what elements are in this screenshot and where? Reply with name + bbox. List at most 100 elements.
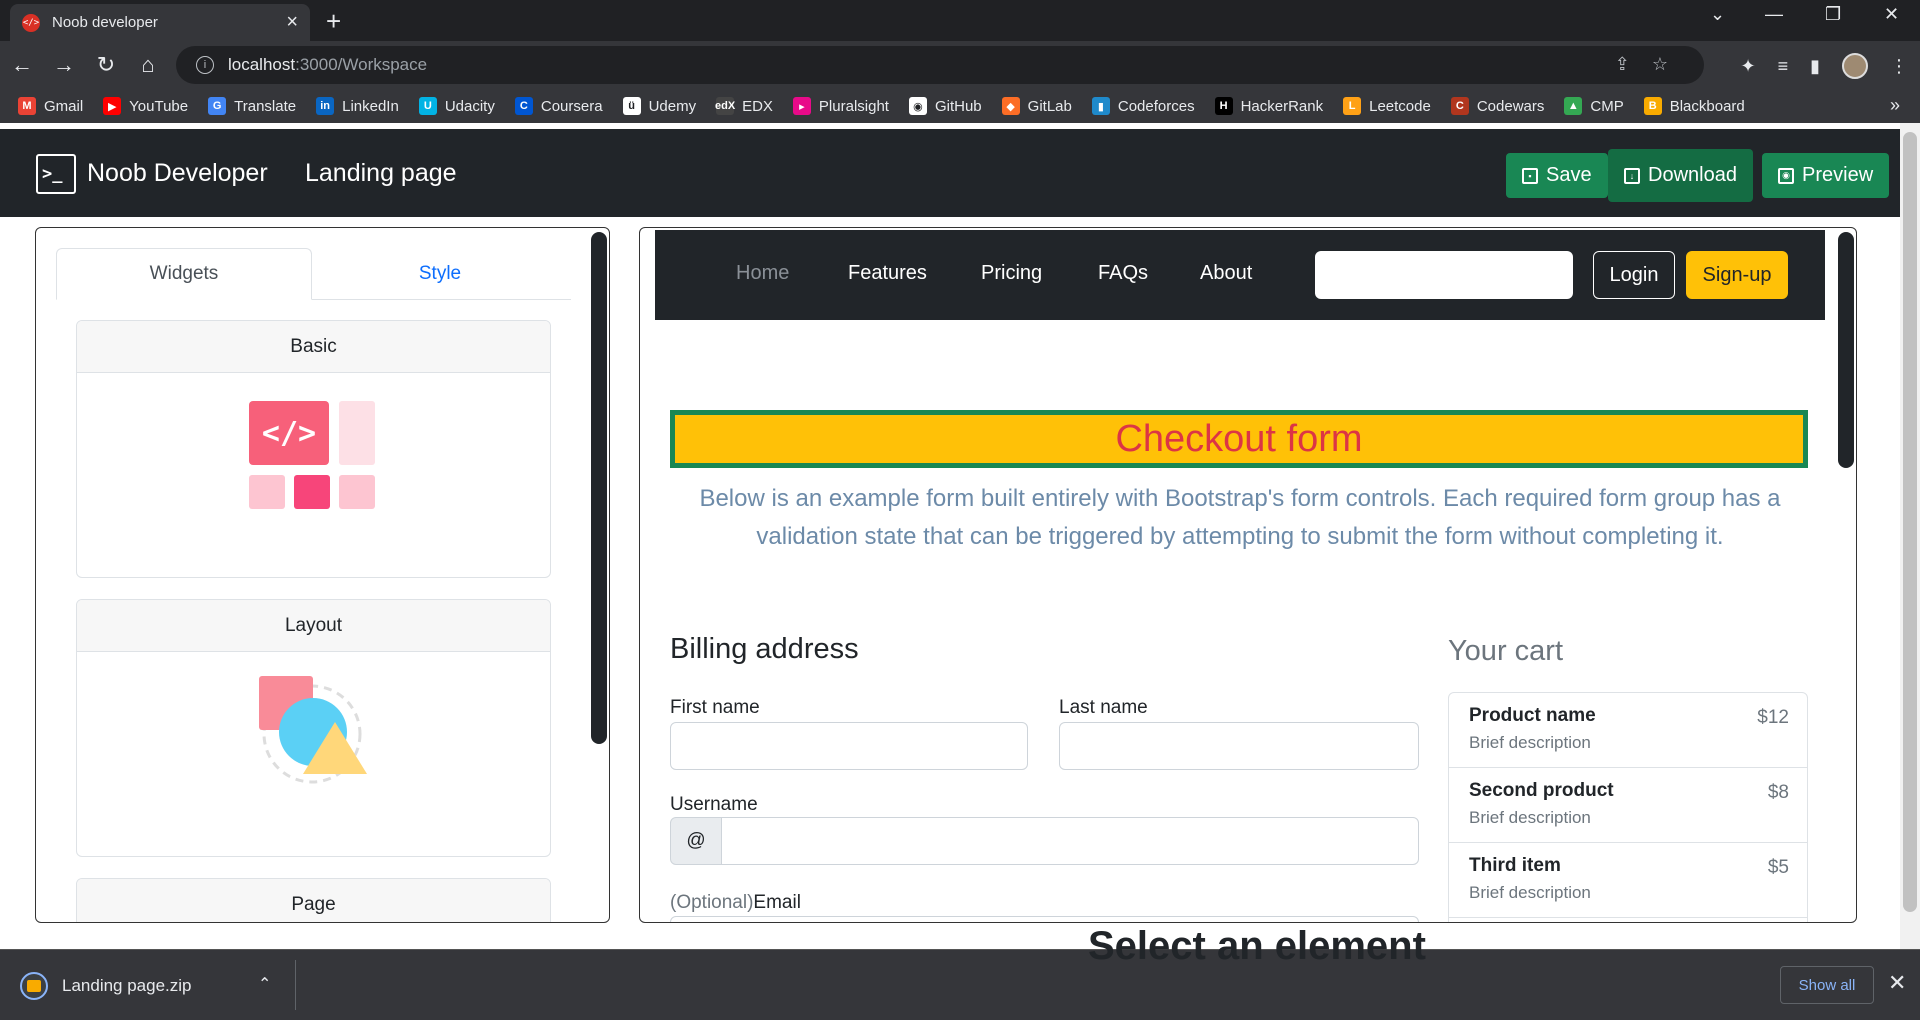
bookmark-label: Translate xyxy=(234,97,297,115)
bookmark-youtube[interactable]: ▶ YouTube xyxy=(103,97,188,115)
svg-text:</>: </> xyxy=(262,416,316,451)
back-icon[interactable]: ← xyxy=(2,52,42,78)
list-item[interactable]: Product name Brief description $12 xyxy=(1449,693,1807,768)
list-item[interactable]: Second product Brief description $8 xyxy=(1449,768,1807,843)
page-scroll-thumb[interactable] xyxy=(1903,132,1917,912)
nav-link-about[interactable]: About xyxy=(1200,262,1252,285)
bookmark-label: EDX xyxy=(742,97,773,115)
bookmark-label: Pluralsight xyxy=(818,97,889,115)
close-window-icon[interactable]: ✕ xyxy=(1884,4,1899,25)
widget-card-basic[interactable]: Basic </> xyxy=(76,320,551,578)
widget-card-layout[interactable]: Layout xyxy=(76,599,551,857)
leetcode-icon: L xyxy=(1343,97,1362,115)
share-bookmark-icons[interactable]: ⇪☆ xyxy=(1615,54,1690,75)
bookmark-translate[interactable]: G Translate xyxy=(208,97,296,115)
forward-icon[interactable]: → xyxy=(44,52,84,78)
bookmark-codeforces[interactable]: ▮ Codeforces xyxy=(1091,97,1195,115)
new-tab-button[interactable]: + xyxy=(326,6,341,37)
bookmark-pluralsight[interactable]: ▸ Pluralsight xyxy=(792,97,889,115)
page-scrollbar[interactable] xyxy=(1900,123,1920,949)
first-name-field[interactable] xyxy=(670,722,1028,770)
app-navbar: >_ Noob Developer Landing page ▪ Save ↓ … xyxy=(0,129,1920,217)
address-bar[interactable]: i localhost:3000/Workspace ⇪☆ xyxy=(176,46,1704,84)
shapes-icon xyxy=(259,676,367,784)
menu-icon[interactable]: ⋮ xyxy=(1890,56,1908,77)
item-description: Brief description xyxy=(1469,733,1591,752)
preview-canvas: Home Features Pricing FAQs About Login S… xyxy=(639,227,1857,923)
url-host: localhost xyxy=(228,55,296,74)
udemy-icon: ü xyxy=(622,97,641,115)
code-blocks-icon: </> xyxy=(249,401,375,509)
bookmark-leetcode[interactable]: L Leetcode xyxy=(1343,97,1431,115)
bookmark-label: HackerRank xyxy=(1240,97,1324,115)
nav-link-pricing[interactable]: Pricing xyxy=(981,262,1042,285)
canvas-scrollbar[interactable] xyxy=(1838,232,1854,468)
signup-button[interactable]: Sign-up xyxy=(1686,251,1788,299)
pluralsight-icon: ▸ xyxy=(792,97,811,115)
close-icon[interactable]: ✕ xyxy=(1888,970,1906,996)
side-panel-icon[interactable]: ▮ xyxy=(1810,56,1820,77)
extensions-icon[interactable]: ✦ xyxy=(1740,56,1755,77)
nav-link-home[interactable]: Home xyxy=(736,262,789,285)
site-info-icon[interactable]: i xyxy=(196,56,214,74)
bookmarks-bar: M Gmail ▶ YouTube G Translate in LinkedIn U Udaci… xyxy=(0,89,1920,123)
login-button[interactable]: Login xyxy=(1593,251,1675,299)
bookmark-github[interactable]: ◉ GitHub xyxy=(908,97,982,115)
close-tab-icon[interactable]: × xyxy=(286,11,298,34)
tab-style[interactable]: Style xyxy=(312,248,568,300)
download-button[interactable]: ↓ Download xyxy=(1608,149,1753,202)
minimize-icon[interactable]: — xyxy=(1765,4,1783,25)
restore-icon[interactable]: ❐ xyxy=(1825,4,1841,25)
widget-card-page[interactable]: Page xyxy=(76,878,551,922)
preview-button[interactable]: ◉ Preview xyxy=(1762,153,1890,198)
chevron-up-icon[interactable]: ⌃ xyxy=(258,974,271,994)
nav-link-features[interactable]: Features xyxy=(848,262,927,285)
bookmark-label: Blackboard xyxy=(1669,97,1745,115)
profile-avatar[interactable] xyxy=(1842,53,1868,79)
bookmark-linkedin[interactable]: in LinkedIn xyxy=(316,97,399,115)
checkout-title[interactable]: Checkout form xyxy=(670,410,1808,468)
bookmark-coursera[interactable]: C Coursera xyxy=(514,97,603,115)
nav-link-faqs[interactable]: FAQs xyxy=(1098,262,1148,285)
blackboard-icon: B xyxy=(1643,97,1662,115)
bookmark-udacity[interactable]: U Udacity xyxy=(418,97,495,115)
bookmark-gmail[interactable]: M Gmail xyxy=(18,97,83,115)
udacity-icon: U xyxy=(418,97,437,115)
download-filename[interactable]: Landing page.zip xyxy=(62,976,192,996)
list-item[interactable]: Third item Brief description $5 xyxy=(1449,843,1807,918)
show-all-button[interactable]: Show all xyxy=(1780,966,1874,1004)
bookmark-label: GitLab xyxy=(1027,97,1072,115)
save-button[interactable]: ▪ Save xyxy=(1506,153,1608,198)
tab-search-icon[interactable]: ⌄ xyxy=(1710,4,1725,25)
item-name: Third item xyxy=(1469,855,1561,876)
billing-heading: Billing address xyxy=(670,633,859,665)
bookmark-blackboard[interactable]: B Blackboard xyxy=(1643,97,1745,115)
bookmark-hackerrank[interactable]: H HackerRank xyxy=(1214,97,1324,115)
browser-tab[interactable]: </> Noob developer × xyxy=(10,4,310,41)
last-name-field[interactable] xyxy=(1059,722,1419,770)
bookmark-cmp[interactable]: ▲ CMP xyxy=(1564,97,1624,115)
coursera-icon: C xyxy=(514,97,533,115)
reload-icon[interactable]: ↻ xyxy=(86,52,126,78)
bookmark-gitlab[interactable]: ◆ GitLab xyxy=(1001,97,1072,115)
bookmark-codewars[interactable]: C Codewars xyxy=(1450,97,1544,115)
nav-search-input[interactable] xyxy=(1315,251,1573,299)
brand-name[interactable]: Noob Developer xyxy=(87,159,268,188)
codeforces-icon: ▮ xyxy=(1091,97,1110,115)
media-icon[interactable]: ≡ xyxy=(1778,56,1789,77)
bookmark-udemy[interactable]: ü Udemy xyxy=(622,97,696,115)
translate-icon: G xyxy=(208,97,227,115)
card-title: Basic xyxy=(77,321,550,373)
browser-tab-strip: </> Noob developer × + ⌄ — ❐ ✕ xyxy=(0,0,1920,41)
username-field[interactable] xyxy=(721,817,1419,865)
tab-widgets[interactable]: Widgets xyxy=(56,248,312,300)
bookmark-label: Leetcode xyxy=(1369,97,1431,115)
more-bookmarks-icon[interactable]: » xyxy=(1890,95,1900,116)
divider xyxy=(295,960,296,1010)
home-icon[interactable]: ⌂ xyxy=(128,52,168,78)
preview-label: Preview xyxy=(1802,164,1874,186)
email-field[interactable] xyxy=(670,916,1419,922)
bookmark-edx[interactable]: edX EDX xyxy=(715,97,773,115)
sidebar-scrollbar[interactable] xyxy=(591,232,607,744)
terminal-icon: >_ xyxy=(36,154,76,194)
